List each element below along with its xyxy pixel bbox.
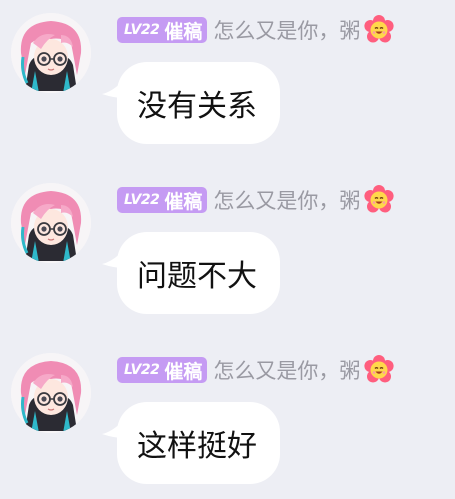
- anime-girl-avatar-icon: [11, 183, 91, 263]
- message-bubble[interactable]: 没有关系: [117, 62, 280, 144]
- badge-level: LV22: [124, 192, 160, 208]
- message-header: LV22 催稿 怎么又是你，粥: [117, 15, 394, 45]
- flower-smiley-icon: [364, 185, 394, 213]
- badge-level: LV22: [124, 22, 160, 38]
- badge-level: LV22: [124, 362, 160, 378]
- message-header: LV22 催稿 怎么又是你，粥: [117, 185, 394, 215]
- message-text: 这样挺好: [137, 429, 257, 464]
- flower-smiley-icon: [364, 15, 394, 43]
- chat-message: LV22 催稿 怎么又是你，粥 这样挺好: [0, 340, 455, 490]
- chat-message: LV22 催稿 怎么又是你，粥 没有关系: [0, 0, 455, 150]
- sender-nickname[interactable]: 怎么又是你，粥: [213, 15, 360, 45]
- message-header: LV22 催稿 怎么又是你，粥: [117, 355, 394, 385]
- level-badge[interactable]: LV22 催稿: [117, 17, 208, 43]
- level-badge[interactable]: LV22 催稿: [117, 187, 208, 213]
- chat-message: LV22 催稿 怎么又是你，粥 问题不大: [0, 170, 455, 320]
- flower-smiley-icon: [364, 355, 394, 383]
- badge-title: 催稿: [164, 20, 203, 43]
- badge-title: 催稿: [164, 360, 203, 383]
- avatar[interactable]: [11, 13, 91, 93]
- message-bubble[interactable]: 问题不大: [117, 232, 280, 314]
- sender-nickname[interactable]: 怎么又是你，粥: [213, 185, 360, 215]
- sender-nickname[interactable]: 怎么又是你，粥: [213, 355, 360, 385]
- message-text: 问题不大: [137, 259, 257, 294]
- level-badge[interactable]: LV22 催稿: [117, 357, 208, 383]
- badge-title: 催稿: [164, 190, 203, 213]
- message-bubble[interactable]: 这样挺好: [117, 402, 280, 484]
- avatar[interactable]: [11, 353, 91, 433]
- anime-girl-avatar-icon: [11, 13, 91, 93]
- anime-girl-avatar-icon: [11, 353, 91, 433]
- avatar[interactable]: [11, 183, 91, 263]
- message-text: 没有关系: [137, 89, 257, 124]
